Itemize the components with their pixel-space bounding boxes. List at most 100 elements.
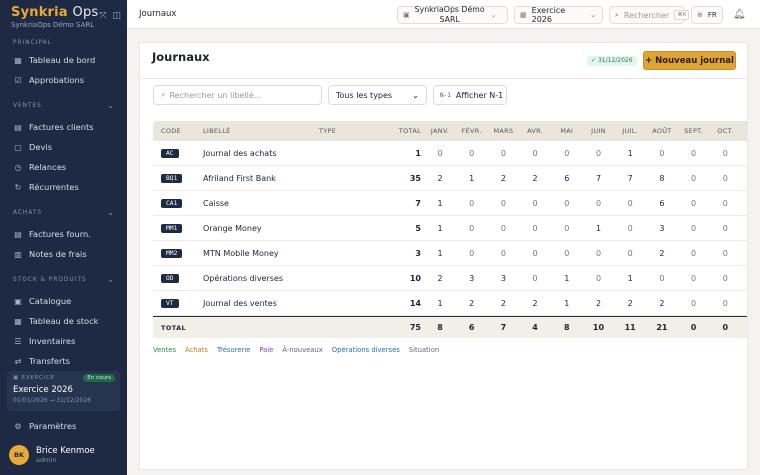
global-search[interactable]: ⌕ Rechercher ⌘K (609, 6, 690, 24)
month-count: 2 (500, 173, 506, 183)
sidebar-item-expenses[interactable]: ▥ Notes de frais (7, 245, 120, 263)
sidebar-item-catalogue[interactable]: ▣ Catalogue (7, 292, 120, 310)
col-month[interactable]: FÉVR. (456, 121, 488, 141)
show-previous-year-toggle[interactable]: N-1 Afficher N-1 (433, 85, 507, 105)
chevron-down-icon[interactable]: ⌄ (107, 101, 114, 110)
catalogue-icon: ▣ (14, 296, 22, 306)
journal-label[interactable]: Journal des achats (203, 141, 318, 165)
invoice-icon: ▤ (14, 122, 22, 132)
chevron-down-icon[interactable]: ⌄ (107, 275, 114, 284)
grand-total: 75 (409, 323, 421, 332)
code-tag: MM2 (161, 248, 183, 258)
filters-bar: ⌕ Rechercher un libellé... Tous les type… (140, 79, 747, 119)
code-tag: CA1 (161, 198, 183, 208)
exercise-name: Exercice 2026 (13, 385, 73, 395)
month-count: 0 (691, 223, 697, 233)
new-journal-button[interactable]: + Nouveau journal (643, 51, 736, 70)
month-count: 0 (500, 148, 506, 158)
col-month[interactable]: JANV. (424, 121, 456, 141)
month-count: 1 (564, 298, 570, 308)
table-row[interactable]: OD Opérations diverses 10 2 3 3 0 1 0 1 0 0 0 (153, 266, 747, 291)
sidebar-item-dashboard[interactable]: ▦ Tableau de bord (7, 51, 120, 69)
sidebar-item-stock-board[interactable]: ▦ Tableau de stock (7, 312, 120, 330)
sidebar-item-recurring[interactable]: ↻ Récurrentes (7, 178, 120, 196)
section-title-stock[interactable]: Stock & produits (13, 277, 87, 283)
pin-icon[interactable]: ⤧ (99, 11, 106, 21)
month-count: 0 (722, 223, 728, 233)
table-row[interactable]: MM1 Orange Money 5 1 0 0 0 0 1 0 3 0 0 (153, 216, 747, 241)
journal-total: 35 (409, 173, 421, 183)
legend-item: Ventes (153, 346, 176, 354)
col-month[interactable]: JUIL. (614, 121, 646, 141)
month-count: 2 (659, 248, 665, 258)
col-month[interactable]: MAI (551, 121, 583, 141)
sidebar: Synkria Ops SynkriaOps Démo SARL ⤧ ◫ Pri… (0, 0, 127, 475)
sidebar-item-customer-invoices[interactable]: ▤ Factures clients (7, 118, 120, 136)
org-selector[interactable]: ▣ SynkriaOps Démo SARL ⌄ (397, 5, 508, 24)
sidebar-item-approvals[interactable]: ☑ Approbations (7, 71, 120, 89)
table-header: CODE LIBELLÉ TYPE TOTAL JANV. FÉVR. MARS AV… (153, 121, 747, 141)
col-month[interactable]: AOÛT (646, 121, 678, 141)
section-title-ventes[interactable]: Ventes (13, 103, 42, 109)
journals-table: CODE LIBELLÉ TYPE TOTAL JANV. FÉVR. MARS AV… (153, 121, 747, 338)
journal-label[interactable]: Afriland First Bank (203, 166, 318, 190)
month-count: 0 (469, 198, 475, 208)
col-label[interactable]: LIBELLÉ (203, 121, 318, 141)
label-search-input[interactable]: ⌕ Rechercher un libellé... (153, 85, 322, 105)
month-count: 0 (469, 223, 475, 233)
user-menu[interactable]: BK Brice Kenmoe admin (9, 445, 95, 465)
table-row[interactable]: VT Journal des ventes 14 1 2 2 2 1 2 2 2 0 0 (153, 291, 747, 316)
journal-label[interactable]: Opérations diverses (203, 266, 318, 290)
chevron-down-icon: ⌄ (412, 90, 419, 100)
brand[interactable]: Synkria Ops SynkriaOps Démo SARL (11, 5, 98, 29)
section-title-achats[interactable]: Achats (13, 210, 42, 216)
language-selector[interactable]: ⊕ FR (691, 6, 723, 24)
toggle-kbd: N-1 (440, 91, 451, 99)
type-filter-select[interactable]: Tous les types ⌄ (328, 85, 427, 105)
year-selector[interactable]: ▦ Exercice 2026 ⌄ (514, 6, 603, 24)
journal-label[interactable]: MTN Mobile Money (203, 241, 318, 265)
sidebar-item-reminders[interactable]: ◷ Relances (7, 158, 120, 176)
journal-label[interactable]: Caisse (203, 191, 318, 215)
table-row[interactable]: AC Journal des achats 1 0 0 0 0 0 0 1 0 0 0 (153, 141, 747, 166)
collapse-sidebar-icon[interactable]: ◫ (112, 11, 121, 21)
table-row[interactable]: MM2 MTN Mobile Money 3 1 0 0 0 0 0 0 2 0 0 (153, 241, 747, 266)
shortcut-hint: ⌘K (674, 10, 690, 20)
table-row[interactable]: CA1 Caisse 7 1 0 0 0 0 0 0 6 0 0 (153, 191, 747, 216)
journal-code: MM1 (161, 216, 201, 240)
month-count: 1 (437, 298, 443, 308)
month-count: 1 (564, 273, 570, 283)
status-badge: En cours (83, 374, 115, 382)
col-type[interactable]: TYPE (319, 121, 379, 141)
col-month[interactable]: SEPT. (678, 121, 710, 141)
col-code[interactable]: CODE (161, 121, 201, 141)
bell-icon[interactable]: 🔔︎ (733, 9, 746, 20)
month-count: 1 (469, 173, 475, 183)
breadcrumb: Journaux (139, 9, 177, 19)
sidebar-item-quotes[interactable]: ▢ Devis (7, 138, 120, 156)
table-row[interactable]: BQ1 Afriland First Bank 35 2 1 2 2 6 7 7 8 0 0 (153, 166, 747, 191)
exercise-card[interactable]: ▣ EXERCICE En cours Exercice 2026 01/01/… (7, 371, 120, 411)
sidebar-item-transfers[interactable]: ⇄ Transferts (7, 352, 120, 370)
col-month[interactable]: AVR. (519, 121, 551, 141)
month-count: 1 (437, 198, 443, 208)
col-total[interactable]: TOTAL (379, 121, 421, 141)
chevron-down-icon[interactable]: ⌄ (107, 208, 114, 217)
global-search-placeholder: Rechercher (623, 10, 670, 20)
month-count: 0 (595, 248, 602, 258)
month-count: 0 (564, 223, 570, 233)
journal-label[interactable]: Orange Money (203, 216, 318, 240)
sidebar-tools: ⤧ ◫ (99, 11, 121, 21)
journal-label[interactable]: Journal des ventes (203, 291, 318, 315)
sidebar-item-settings[interactable]: ⚙ Paramètres (7, 417, 120, 435)
sidebar-item-supplier-invoices[interactable]: ▤ Factures fourn. (7, 225, 120, 243)
org-selector-label: SynkriaOps Démo SARL (414, 5, 485, 24)
month-count: 2 (469, 298, 475, 308)
col-month[interactable]: OCT. (709, 121, 741, 141)
sidebar-item-inventories[interactable]: ☰ Inventaires (7, 332, 120, 350)
col-month[interactable]: JUIN (583, 121, 615, 141)
col-month[interactable]: MARS (487, 121, 519, 141)
month-count: 0 (659, 148, 665, 158)
journal-code: MM2 (161, 241, 201, 265)
reminder-icon: ◷ (14, 162, 22, 172)
